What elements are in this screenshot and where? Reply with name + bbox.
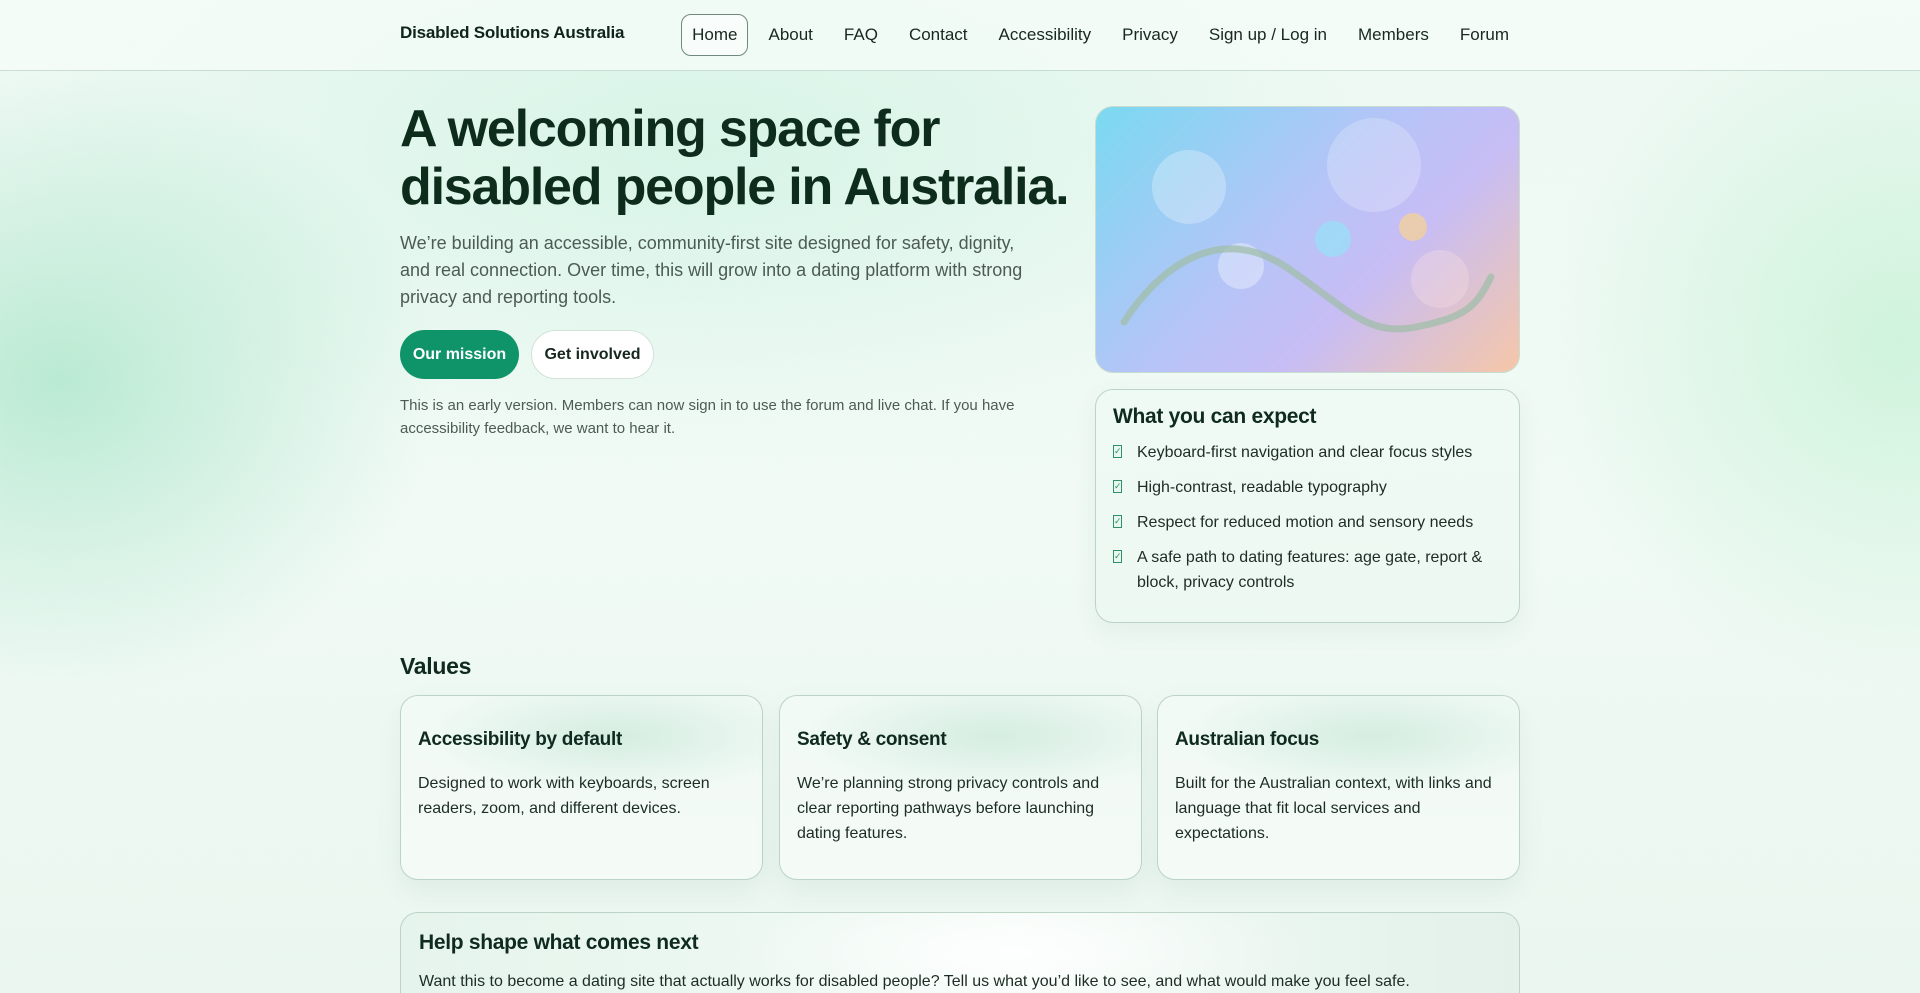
nav-about[interactable]: About	[757, 14, 823, 56]
list-item: ✓ Respect for reduced motion and sensory …	[1113, 514, 1474, 531]
help-title: Help shape what comes next	[419, 931, 699, 954]
nav-faq[interactable]: FAQ	[833, 14, 889, 56]
site-header: Disabled Solutions Australia Home About …	[0, 0, 1920, 71]
our-mission-button[interactable]: Our mission	[400, 330, 519, 379]
value-card-text: We’re planning strong privacy controls a…	[797, 775, 1100, 842]
hero-note: This is an early version. Members can no…	[400, 397, 1015, 437]
value-card-safety: Safety & consent We’re planning strong p…	[779, 695, 1142, 880]
hero-lead: We’re building an accessible, community-…	[400, 233, 1023, 307]
expect-card: What you can expect ✓ Keyboard-first navi…	[1095, 389, 1520, 623]
abstract-bubbles-illustration	[1120, 118, 1495, 333]
value-card-title: Safety & consent	[797, 729, 947, 750]
help-text: Want this to become a dating site that a…	[419, 973, 1410, 990]
nav-contact[interactable]: Contact	[898, 14, 979, 56]
main-nav: Home About FAQ Contact Accessibility Pri…	[672, 14, 1520, 56]
hero-illustration	[1095, 106, 1520, 373]
nav-accessibility[interactable]: Accessibility	[988, 14, 1103, 56]
expect-list: ✓ Keyboard-first navigation and clear foc…	[1113, 440, 1508, 605]
get-involved-button[interactable]: Get involved	[531, 330, 654, 379]
check-icon: ✓	[1113, 550, 1122, 563]
value-card-text: Built for the Australian context, with l…	[1175, 775, 1492, 842]
value-card-australian: Australian focus Built for the Australia…	[1157, 695, 1520, 880]
check-icon: ✓	[1113, 480, 1122, 493]
list-item: ✓ High-contrast, readable typography	[1113, 479, 1387, 496]
nav-signup-login[interactable]: Sign up / Log in	[1198, 14, 1338, 56]
nav-forum[interactable]: Forum	[1449, 14, 1520, 56]
check-icon: ✓	[1113, 515, 1122, 528]
expect-title: What you can expect	[1113, 405, 1317, 428]
value-card-text: Designed to work with keyboards, screen …	[418, 775, 710, 817]
list-item: ✓ Keyboard-first navigation and clear foc…	[1113, 444, 1473, 461]
nav-privacy[interactable]: Privacy	[1111, 14, 1189, 56]
values-heading: Values	[400, 653, 472, 679]
site-brand[interactable]: Disabled Solutions Australia	[400, 23, 624, 43]
check-icon: ✓	[1113, 445, 1122, 458]
help-shape-card: Help shape what comes next Want this to …	[400, 912, 1520, 993]
nav-home[interactable]: Home	[681, 14, 749, 56]
hero-title: A welcoming space for disabled people in…	[400, 100, 1070, 216]
value-card-accessibility: Accessibility by default Designed to wor…	[400, 695, 763, 880]
value-card-title: Australian focus	[1175, 729, 1320, 750]
list-item: ✓ A safe path to dating features: age gat…	[1113, 549, 1483, 591]
value-card-title: Accessibility by default	[418, 729, 622, 750]
nav-members[interactable]: Members	[1347, 14, 1440, 56]
